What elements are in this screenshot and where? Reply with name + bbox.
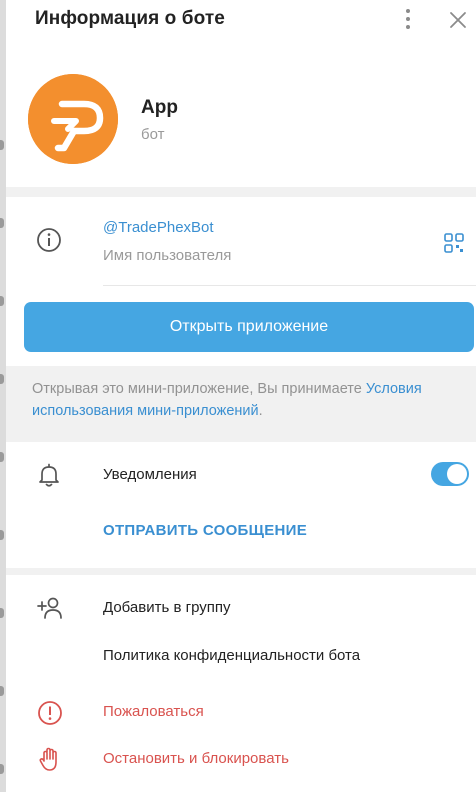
username-label: Имя пользователя bbox=[103, 247, 232, 264]
app-logo-icon bbox=[28, 74, 118, 164]
add-to-group-button[interactable]: Добавить в группу bbox=[103, 599, 231, 616]
chat-list-marker bbox=[0, 452, 4, 462]
chat-list-marker bbox=[0, 686, 4, 696]
report-icon bbox=[36, 699, 64, 727]
chat-list-marker bbox=[0, 296, 4, 306]
avatar[interactable] bbox=[28, 74, 118, 164]
chat-list-marker bbox=[0, 530, 4, 540]
terms-suffix: . bbox=[258, 403, 263, 419]
report-button[interactable]: Пожаловаться bbox=[103, 703, 204, 720]
bell-icon bbox=[36, 462, 62, 488]
mini-app-terms-notice: Открывая это мини-приложение, Вы принима… bbox=[32, 378, 452, 422]
chat-list-marker bbox=[0, 374, 4, 384]
bot-info-panel: Информация о боте App бот @TradePhexBot … bbox=[6, 0, 476, 792]
stop-and-block-button[interactable]: Остановить и блокировать bbox=[103, 750, 289, 767]
send-message-button[interactable]: ОТПРАВИТЬ СООБЩЕНИЕ bbox=[103, 522, 307, 539]
close-icon[interactable] bbox=[446, 8, 470, 32]
open-app-button[interactable]: Открыть приложение bbox=[24, 302, 474, 352]
chat-list-marker bbox=[0, 608, 4, 618]
kebab-icon[interactable] bbox=[402, 8, 416, 30]
stop-hand-icon bbox=[36, 745, 64, 773]
add-user-icon bbox=[36, 594, 64, 622]
page-title: Информация о боте bbox=[35, 8, 225, 29]
notifications-section: Уведомления ОТПРАВИТЬ СООБЩЕНИЕ bbox=[6, 442, 476, 568]
info-icon bbox=[36, 227, 62, 253]
actions-section: Добавить в группу Политика конфиденциаль… bbox=[6, 575, 476, 792]
bot-username[interactable]: @TradePhexBot bbox=[103, 219, 214, 236]
terms-notice-text: Открывая это мини-приложение, Вы принима… bbox=[32, 381, 362, 397]
bot-info-section: @TradePhexBot Имя пользователя Открыть п… bbox=[6, 197, 476, 366]
notifications-toggle[interactable] bbox=[431, 462, 469, 486]
chat-list-marker bbox=[0, 764, 4, 774]
chat-list-marker bbox=[0, 218, 4, 228]
qr-code-icon[interactable] bbox=[444, 233, 464, 253]
toggle-knob bbox=[447, 464, 467, 484]
bot-header: Информация о боте App бот bbox=[6, 0, 476, 187]
bot-type: бот bbox=[141, 126, 165, 143]
chat-list-marker bbox=[0, 140, 4, 150]
divider bbox=[103, 285, 476, 286]
bot-name: App bbox=[141, 97, 178, 118]
privacy-policy-button[interactable]: Политика конфиденциальности бота bbox=[103, 647, 360, 664]
notifications-label: Уведомления bbox=[103, 466, 197, 483]
